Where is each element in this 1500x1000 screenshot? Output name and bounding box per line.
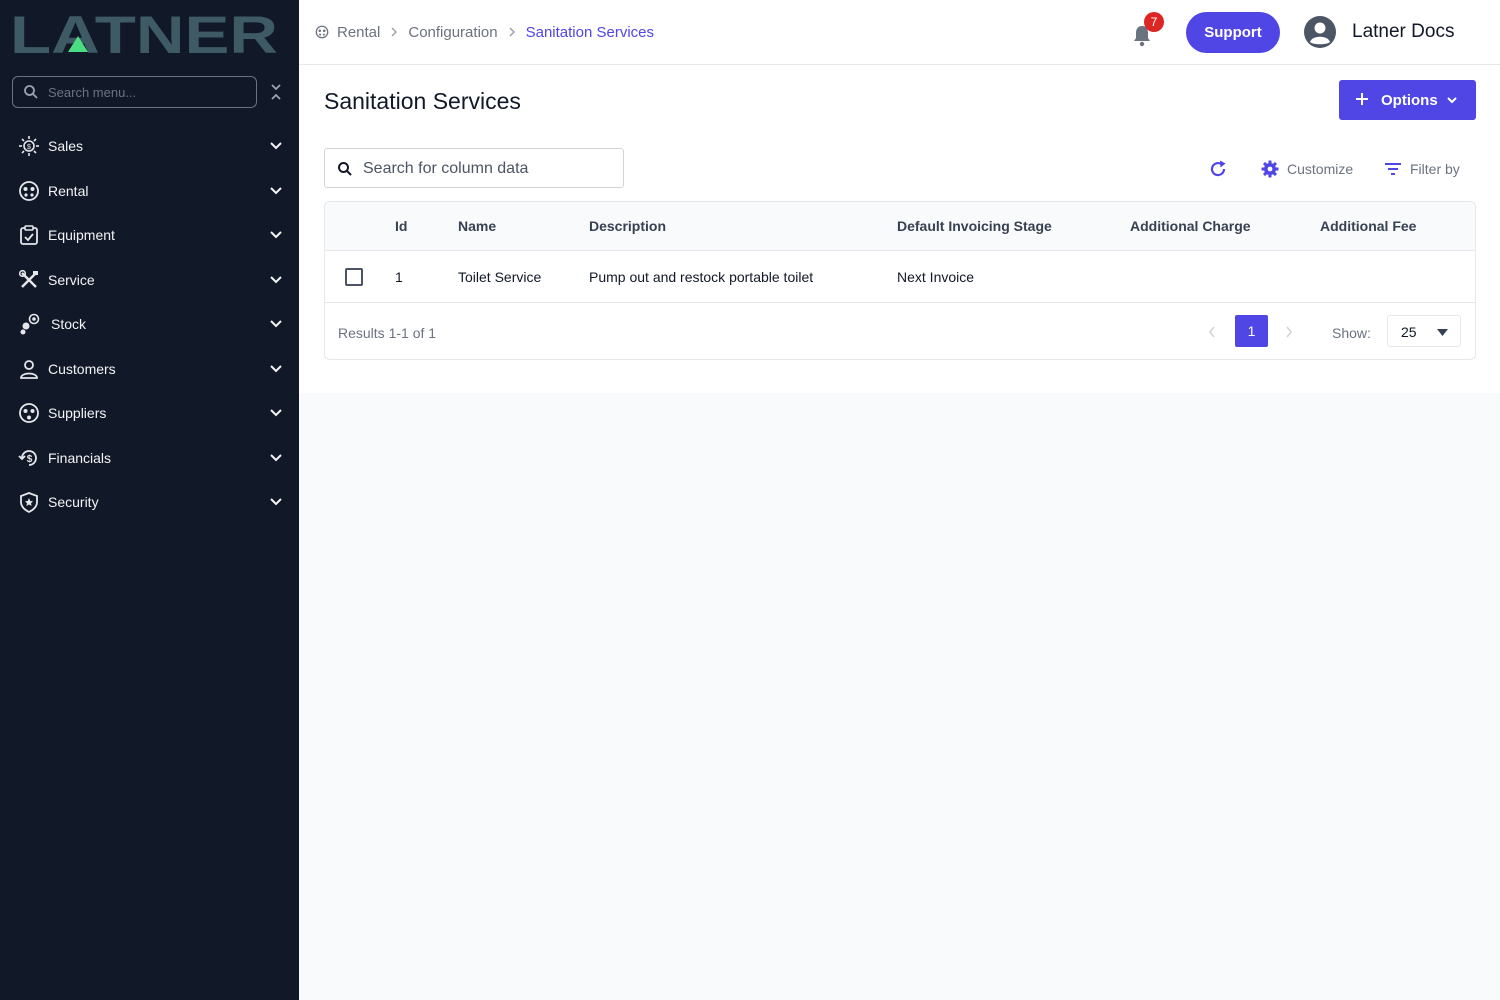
sidebar-item-label: Stock xyxy=(51,316,87,332)
stock-icon xyxy=(20,313,40,335)
top-header: Rental Configuration Sanitation Services… xyxy=(299,0,1500,65)
previous-page-icon[interactable] xyxy=(1207,325,1217,339)
chevron-down-icon xyxy=(270,276,282,284)
sidebar-item-customers[interactable]: Customers xyxy=(0,349,299,389)
page-size-select[interactable]: 25 xyxy=(1387,315,1461,347)
search-icon xyxy=(24,85,38,99)
options-button-label: Options xyxy=(1381,92,1438,109)
caret-down-icon xyxy=(1437,329,1448,336)
results-count: Results 1-1 of 1 xyxy=(338,325,437,341)
gear-icon xyxy=(1261,160,1279,178)
user-avatar-icon[interactable] xyxy=(1304,16,1336,48)
column-header-description[interactable]: Description xyxy=(589,218,666,234)
column-header-additional-fee[interactable]: Additional Fee xyxy=(1320,218,1416,234)
suppliers-icon xyxy=(19,403,39,423)
sales-icon: $ xyxy=(19,136,39,156)
column-header-id[interactable]: Id xyxy=(395,218,407,234)
column-search-input[interactable] xyxy=(363,158,613,180)
sidebar: LATNER $ Sales xyxy=(0,0,299,1000)
sidebar-item-stock[interactable]: Stock xyxy=(0,304,299,344)
shield-icon xyxy=(20,492,38,513)
sidebar-item-label: Customers xyxy=(48,361,116,377)
column-header-invoicing-stage[interactable]: Default Invoicing Stage xyxy=(897,218,1052,234)
sidebar-item-security[interactable]: Security xyxy=(0,482,299,522)
breadcrumb-rental[interactable]: Rental xyxy=(337,24,380,41)
chevron-down-icon xyxy=(1447,97,1457,104)
chevron-down-icon xyxy=(270,320,282,328)
breadcrumb: Rental Configuration Sanitation Services xyxy=(315,22,654,42)
user-name[interactable]: Latner Docs xyxy=(1352,21,1454,43)
cell-description: Pump out and restock portable toilet xyxy=(589,269,814,285)
sidebar-item-suppliers[interactable]: Suppliers xyxy=(0,393,299,433)
page-number-current[interactable]: 1 xyxy=(1235,315,1268,347)
column-search-box xyxy=(324,148,624,188)
filter-icon xyxy=(1385,163,1401,175)
chevron-down-icon xyxy=(270,409,282,417)
financials-icon: $ xyxy=(18,450,37,466)
plus-icon xyxy=(1356,93,1368,105)
cell-id: 1 xyxy=(395,269,403,285)
sidebar-item-label: Sales xyxy=(48,138,84,154)
chevron-down-icon xyxy=(270,454,282,462)
table-row[interactable]: 1 Toilet Service Pump out and restock po… xyxy=(325,251,1475,303)
chevron-down-icon xyxy=(270,231,282,239)
sidebar-item-label: Suppliers xyxy=(48,405,107,421)
filter-by-label: Filter by xyxy=(1410,161,1460,177)
column-header-additional-charge[interactable]: Additional Charge xyxy=(1130,218,1251,234)
breadcrumb-configuration[interactable]: Configuration xyxy=(408,24,497,41)
sidebar-item-financials[interactable]: $ Financials xyxy=(0,438,299,478)
equipment-icon xyxy=(20,225,38,245)
sidebar-item-rental[interactable]: Rental xyxy=(0,171,299,211)
rental-icon xyxy=(19,181,39,201)
chevron-down-icon xyxy=(270,187,282,195)
data-table: Id Name Description Default Invoicing St… xyxy=(324,201,1476,360)
svg-text:LATNER: LATNER xyxy=(10,10,278,58)
row-checkbox[interactable] xyxy=(345,268,363,286)
page-title: Sanitation Services xyxy=(324,88,521,114)
latner-logo[interactable]: LATNER xyxy=(10,10,282,58)
refresh-icon[interactable] xyxy=(1208,159,1228,179)
cell-invoicing-stage: Next Invoice xyxy=(897,269,975,285)
notification-count-badge: 7 xyxy=(1144,12,1164,32)
main-panel: Sanitation Services Options Search for c… xyxy=(299,65,1500,393)
sidebar-item-service[interactable]: Service xyxy=(0,260,299,300)
chevron-down-icon xyxy=(270,498,282,506)
table-header: Id Name Description Default Invoicing St… xyxy=(325,202,1475,251)
next-page-icon[interactable] xyxy=(1284,325,1294,339)
options-button[interactable]: Options xyxy=(1339,80,1476,120)
svg-text:$: $ xyxy=(27,144,31,151)
sidebar-item-label: Equipment xyxy=(48,227,115,243)
table-footer: Results 1-1 of 1 1 Show: 25 xyxy=(325,303,1475,359)
collapse-sidebar-icon[interactable] xyxy=(268,82,284,102)
menu-search-input[interactable] xyxy=(48,82,248,102)
search-icon xyxy=(338,162,352,176)
column-header-name[interactable]: Name xyxy=(458,218,496,234)
sidebar-item-label: Rental xyxy=(48,183,89,199)
customize-label: Customize xyxy=(1287,161,1354,177)
sidebar-item-label: Financials xyxy=(48,450,112,466)
support-button[interactable]: Support xyxy=(1186,12,1280,53)
breadcrumb-sanitation-services[interactable]: Sanitation Services xyxy=(526,24,654,41)
sidebar-item-label: Service xyxy=(48,272,95,288)
chevron-down-icon xyxy=(270,142,282,150)
svg-text:$: $ xyxy=(27,454,33,465)
service-tools-icon xyxy=(18,269,38,288)
chevron-right-icon xyxy=(391,27,398,37)
sidebar-item-equipment[interactable]: Equipment xyxy=(0,215,299,255)
sidebar-item-sales[interactable]: $ Sales xyxy=(0,126,299,166)
page-size-value: 25 xyxy=(1401,324,1417,340)
chevron-down-icon xyxy=(270,365,282,373)
sidebar-item-label: Security xyxy=(48,494,99,510)
menu-search-box xyxy=(12,76,257,108)
person-icon xyxy=(20,360,38,379)
chevron-right-icon xyxy=(509,27,515,37)
cell-name: Toilet Service xyxy=(458,269,542,285)
page-size-label: Show: xyxy=(1332,325,1371,341)
rental-icon xyxy=(315,25,329,39)
